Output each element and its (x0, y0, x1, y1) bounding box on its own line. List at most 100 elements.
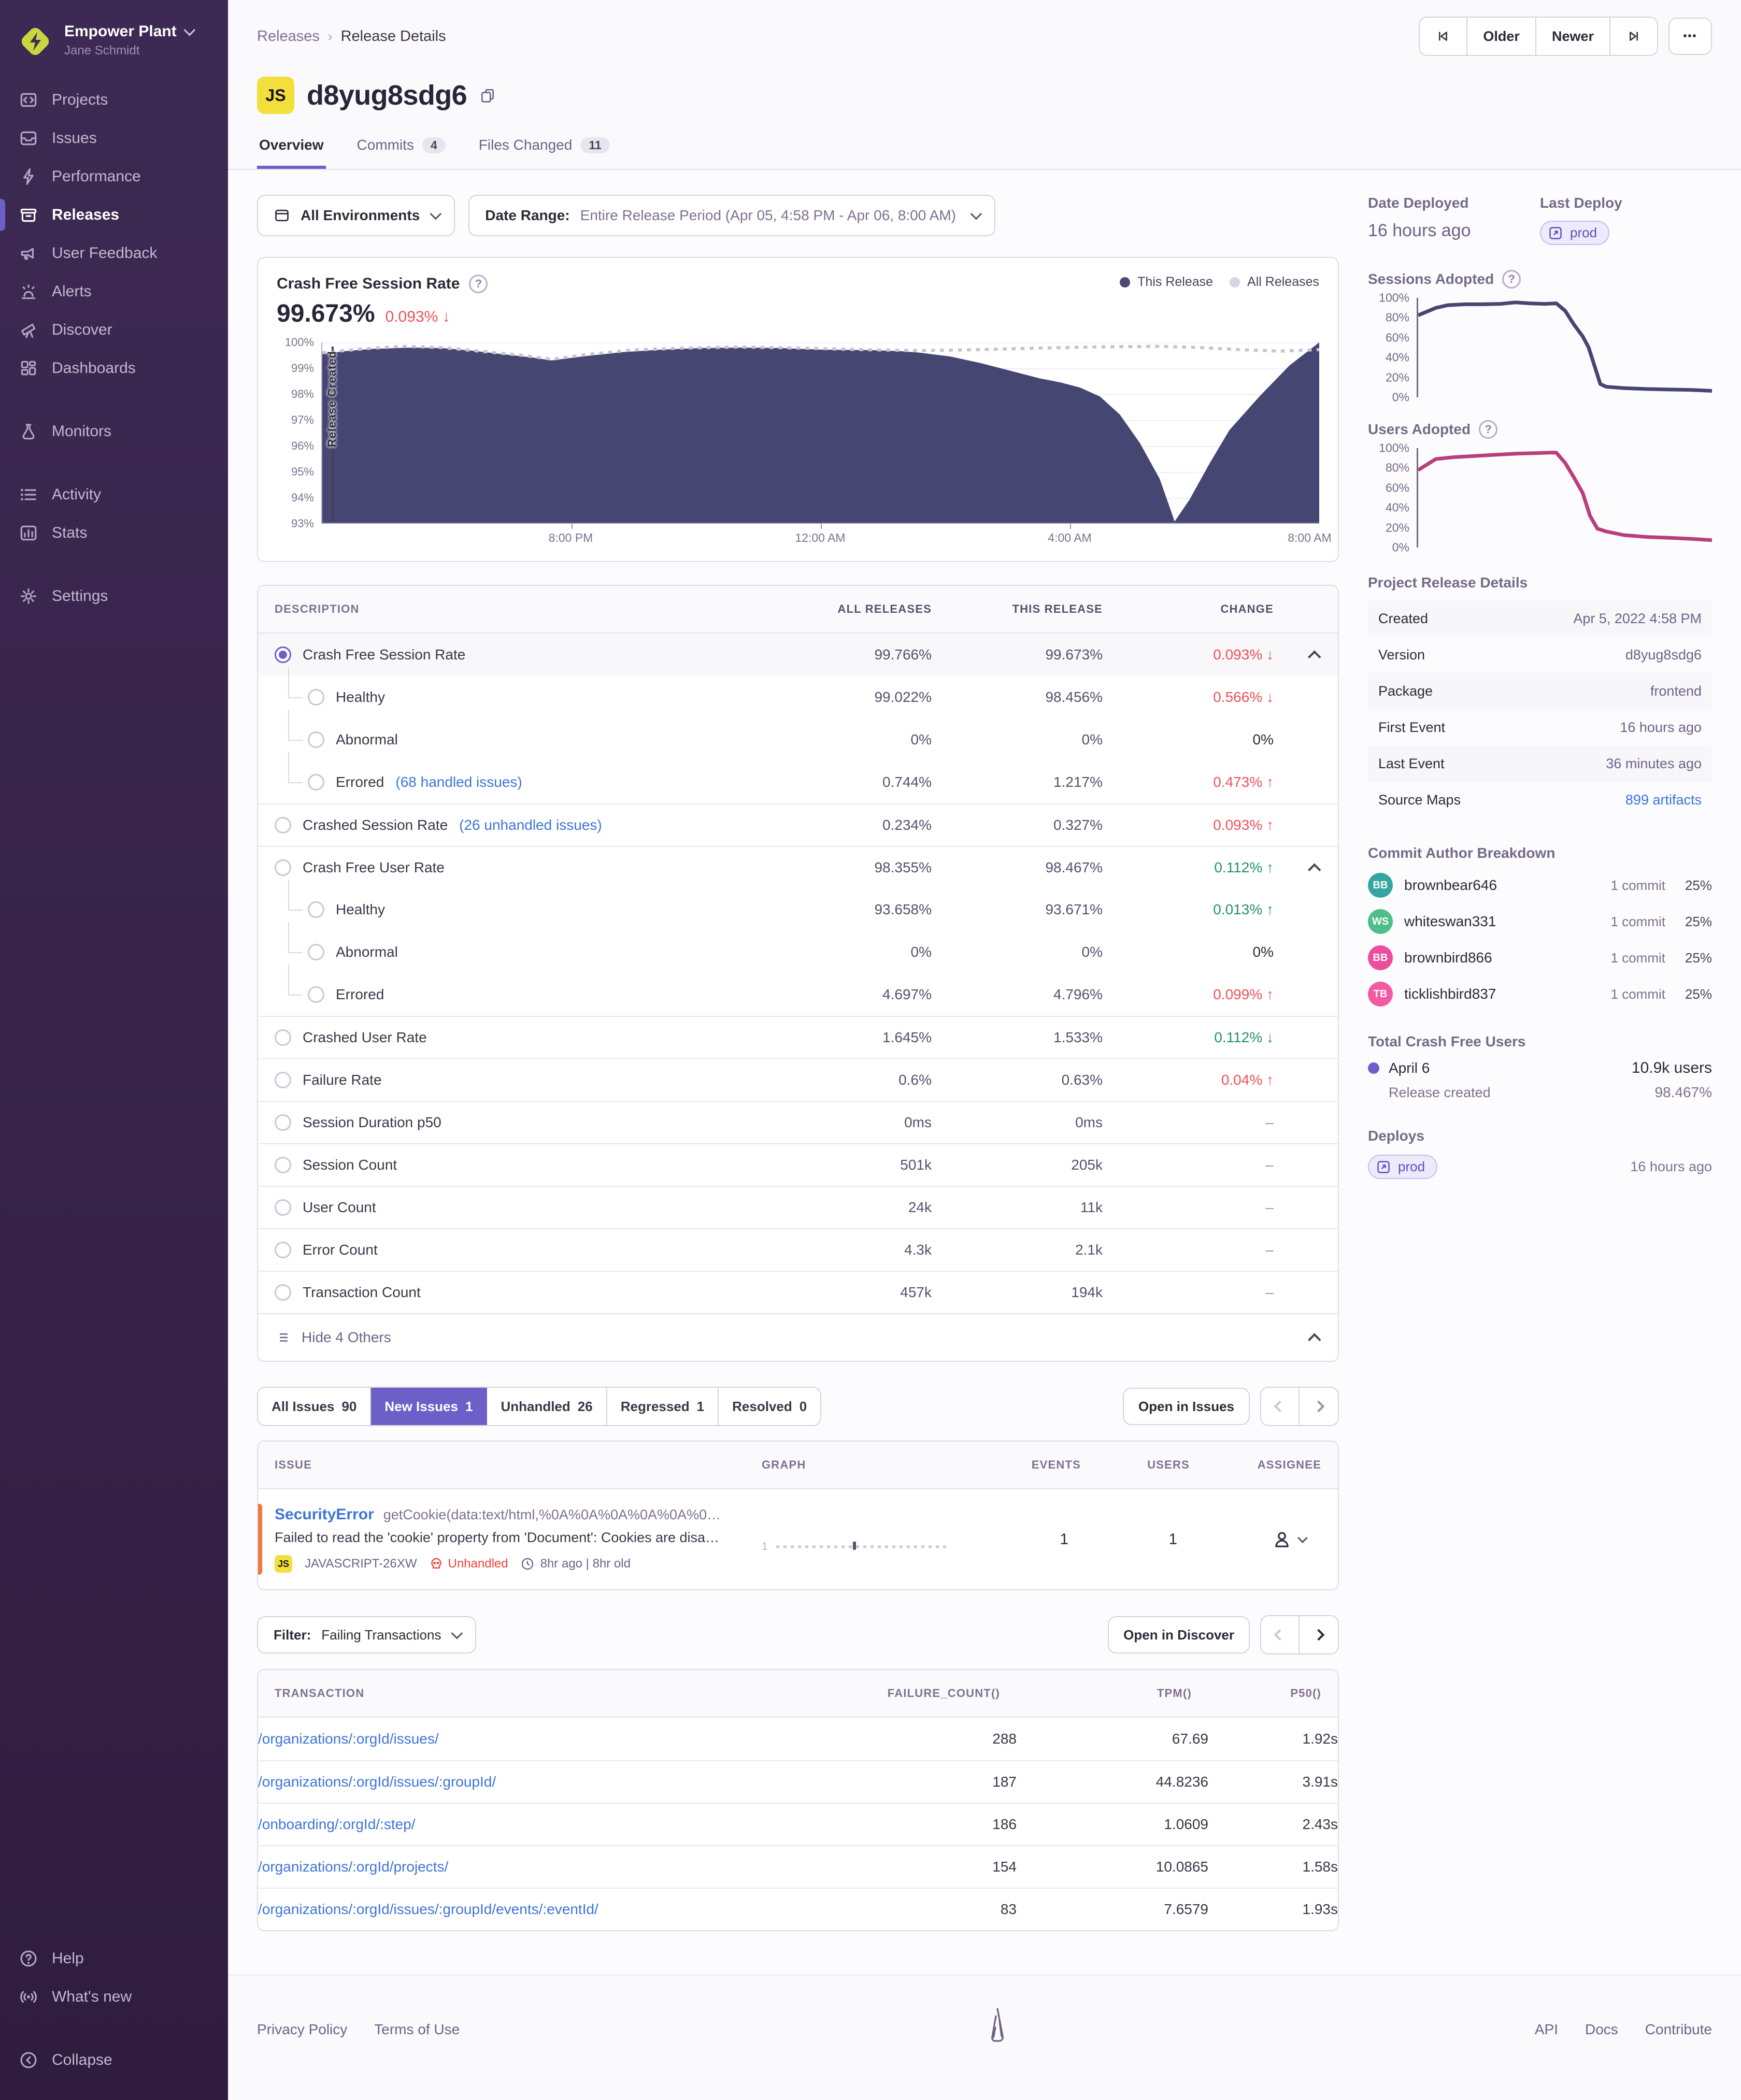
copy-icon[interactable] (479, 87, 496, 108)
sidebar-item-what-s-new[interactable]: What's new (0, 1978, 228, 2016)
org-name[interactable]: Empower Plant (64, 23, 195, 40)
footer-link[interactable]: Terms of Use (374, 2021, 460, 2038)
metric-row[interactable]: Crash Free User Rate 98.355% 98.467% 0.112%… (258, 846, 1338, 888)
transaction-row[interactable]: /organizations/:orgId/issues/288 67.69 1.9… (258, 1718, 1338, 1760)
issues-tab-new-issues[interactable]: New Issues 1 (371, 1388, 488, 1425)
assignee-selector[interactable] (1212, 1529, 1321, 1550)
prev-page-button[interactable] (1261, 1616, 1300, 1653)
metric-row[interactable]: Error Count 4.3k 2.1k – (258, 1228, 1338, 1271)
environment-selector[interactable]: All Environments (257, 195, 455, 236)
hide-others-toggle[interactable]: Hide 4 Others (258, 1313, 1338, 1361)
breadcrumb-releases[interactable]: Releases (257, 28, 320, 45)
metric-radio[interactable] (275, 1242, 291, 1258)
next-page-button[interactable] (1300, 1388, 1338, 1425)
sidebar-item-alerts[interactable]: Alerts (0, 272, 228, 311)
transaction-filter-selector[interactable]: Filter: Failing Transactions (257, 1616, 477, 1653)
footer-link[interactable]: API (1535, 2021, 1558, 2038)
chevron-up-icon[interactable] (1308, 650, 1321, 664)
metric-row[interactable]: Crashed Session Rate (26 unhandled issues… (258, 803, 1338, 846)
issues-tab-all-issues[interactable]: All Issues 90 (258, 1388, 372, 1425)
more-options-button[interactable]: ••• (1668, 18, 1712, 55)
metric-radio[interactable] (275, 817, 291, 833)
footer-link[interactable]: Contribute (1645, 2021, 1712, 2038)
last-release-button[interactable] (1610, 18, 1657, 55)
sidebar-item-releases[interactable]: Releases (0, 196, 228, 234)
transaction-link[interactable]: /organizations/:orgId/issues/:groupId/ev… (258, 1901, 825, 1918)
issues-tab-unhandled[interactable]: Unhandled 26 (487, 1388, 607, 1425)
open-in-discover-button[interactable]: Open in Discover (1108, 1616, 1250, 1653)
date-range-selector[interactable]: Date Range: Entire Release Period (Apr 0… (468, 195, 995, 236)
sidebar-item-dashboards[interactable]: Dashboards (0, 349, 228, 387)
sidebar-item-performance[interactable]: Performance (0, 157, 228, 196)
legend-item[interactable]: This Release (1120, 275, 1213, 290)
tab-files-changed[interactable]: Files Changed 11 (477, 131, 612, 169)
issue-count-link[interactable]: (26 unhandled issues) (459, 817, 602, 833)
chevron-up-icon[interactable] (1308, 863, 1321, 876)
metric-radio[interactable] (275, 859, 291, 876)
metric-radio[interactable] (275, 646, 291, 663)
metric-row[interactable]: Session Duration p50 0ms 0ms – (258, 1101, 1338, 1143)
sidebar-item-issues[interactable]: Issues (0, 119, 228, 157)
metric-radio[interactable] (308, 901, 324, 918)
transaction-link[interactable]: /onboarding/:orgId/:step/ (258, 1816, 825, 1833)
metric-radio[interactable] (275, 1157, 291, 1173)
prev-page-button[interactable] (1261, 1388, 1300, 1425)
sidebar-item-monitors[interactable]: Monitors (0, 412, 228, 451)
footer-link[interactable]: Docs (1585, 2021, 1618, 2038)
help-icon[interactable]: ? (1479, 420, 1498, 439)
sidebar-item-settings[interactable]: Settings (0, 577, 228, 615)
metric-row[interactable]: Crashed User Rate 1.645% 1.533% 0.112% ↓ (258, 1016, 1338, 1058)
metric-row[interactable]: Healthy 99.022% 98.456% 0.566% ↓ (258, 667, 1338, 718)
issues-tab-resolved[interactable]: Resolved 0 (719, 1388, 820, 1425)
metric-radio[interactable] (308, 689, 324, 706)
prod-deploy-badge[interactable]: prod (1540, 221, 1610, 245)
metric-radio[interactable] (308, 986, 324, 1003)
metric-row[interactable]: Abnormal 0% 0% 0% (258, 922, 1338, 973)
metric-radio[interactable] (275, 1114, 291, 1131)
sidebar-item-help[interactable]: Help (0, 1939, 228, 1978)
transaction-link[interactable]: /organizations/:orgId/issues/:groupId/ (258, 1774, 825, 1790)
metric-radio[interactable] (308, 731, 324, 748)
newer-button[interactable]: Newer (1536, 18, 1610, 55)
metric-row[interactable]: Errored 4.697% 4.796% 0.099% ↑ (258, 965, 1338, 1016)
artifacts-link[interactable]: 899 artifacts (1625, 792, 1702, 808)
metric-radio[interactable] (275, 1029, 291, 1046)
sidebar-item-stats[interactable]: Stats (0, 514, 228, 552)
issues-tab-regressed[interactable]: Regressed 1 (607, 1388, 719, 1425)
metric-row[interactable]: Session Count 501k 205k – (258, 1143, 1338, 1186)
transaction-row[interactable]: /onboarding/:orgId/:step/186 1.0609 2.43s (258, 1803, 1338, 1845)
metric-radio[interactable] (308, 944, 324, 960)
issue-row[interactable]: SecurityError getCookie(data:text/html,%… (258, 1489, 1338, 1589)
issue-title-link[interactable]: SecurityError (275, 1506, 374, 1523)
metric-row[interactable]: Crash Free Session Rate 99.766% 99.673% 0.0… (258, 634, 1338, 676)
metric-radio[interactable] (275, 1199, 291, 1216)
sidebar-item-collapse[interactable]: Collapse (0, 2041, 228, 2079)
sidebar-item-user-feedback[interactable]: User Feedback (0, 234, 228, 272)
tab-commits[interactable]: Commits 4 (355, 131, 448, 169)
metric-row[interactable]: User Count 24k 11k – (258, 1186, 1338, 1228)
prod-deploy-badge[interactable]: prod (1368, 1155, 1438, 1179)
first-release-button[interactable] (1420, 18, 1468, 55)
transaction-row[interactable]: /organizations/:orgId/issues/:groupId/ev… (258, 1888, 1338, 1930)
metric-radio[interactable] (308, 774, 324, 790)
footer-link[interactable]: Privacy Policy (257, 2021, 347, 2038)
metric-radio[interactable] (275, 1072, 291, 1088)
org-switcher[interactable]: Empower Plant Jane Schmidt (0, 15, 228, 81)
sidebar-item-activity[interactable]: Activity (0, 476, 228, 514)
next-page-button[interactable] (1300, 1616, 1338, 1653)
metric-row[interactable]: Abnormal 0% 0% 0% (258, 710, 1338, 761)
metric-row[interactable]: Healthy 93.658% 93.671% 0.013% ↑ (258, 880, 1338, 931)
older-button[interactable]: Older (1467, 18, 1536, 55)
transaction-link[interactable]: /organizations/:orgId/issues/ (258, 1731, 825, 1747)
metric-row[interactable]: Transaction Count 457k 194k – (258, 1271, 1338, 1313)
metric-row[interactable]: Failure Rate 0.6% 0.63% 0.04% ↑ (258, 1058, 1338, 1101)
sidebar-item-projects[interactable]: Projects (0, 81, 228, 119)
help-icon[interactable]: ? (1502, 270, 1521, 289)
transaction-row[interactable]: /organizations/:orgId/issues/:groupId/18… (258, 1760, 1338, 1803)
metric-radio[interactable] (275, 1284, 291, 1301)
help-icon[interactable]: ? (469, 275, 488, 293)
issue-count-link[interactable]: (68 handled issues) (395, 774, 522, 790)
legend-item[interactable]: All Releases (1230, 275, 1319, 290)
open-in-issues-button[interactable]: Open in Issues (1123, 1388, 1250, 1425)
sidebar-item-discover[interactable]: Discover (0, 311, 228, 349)
